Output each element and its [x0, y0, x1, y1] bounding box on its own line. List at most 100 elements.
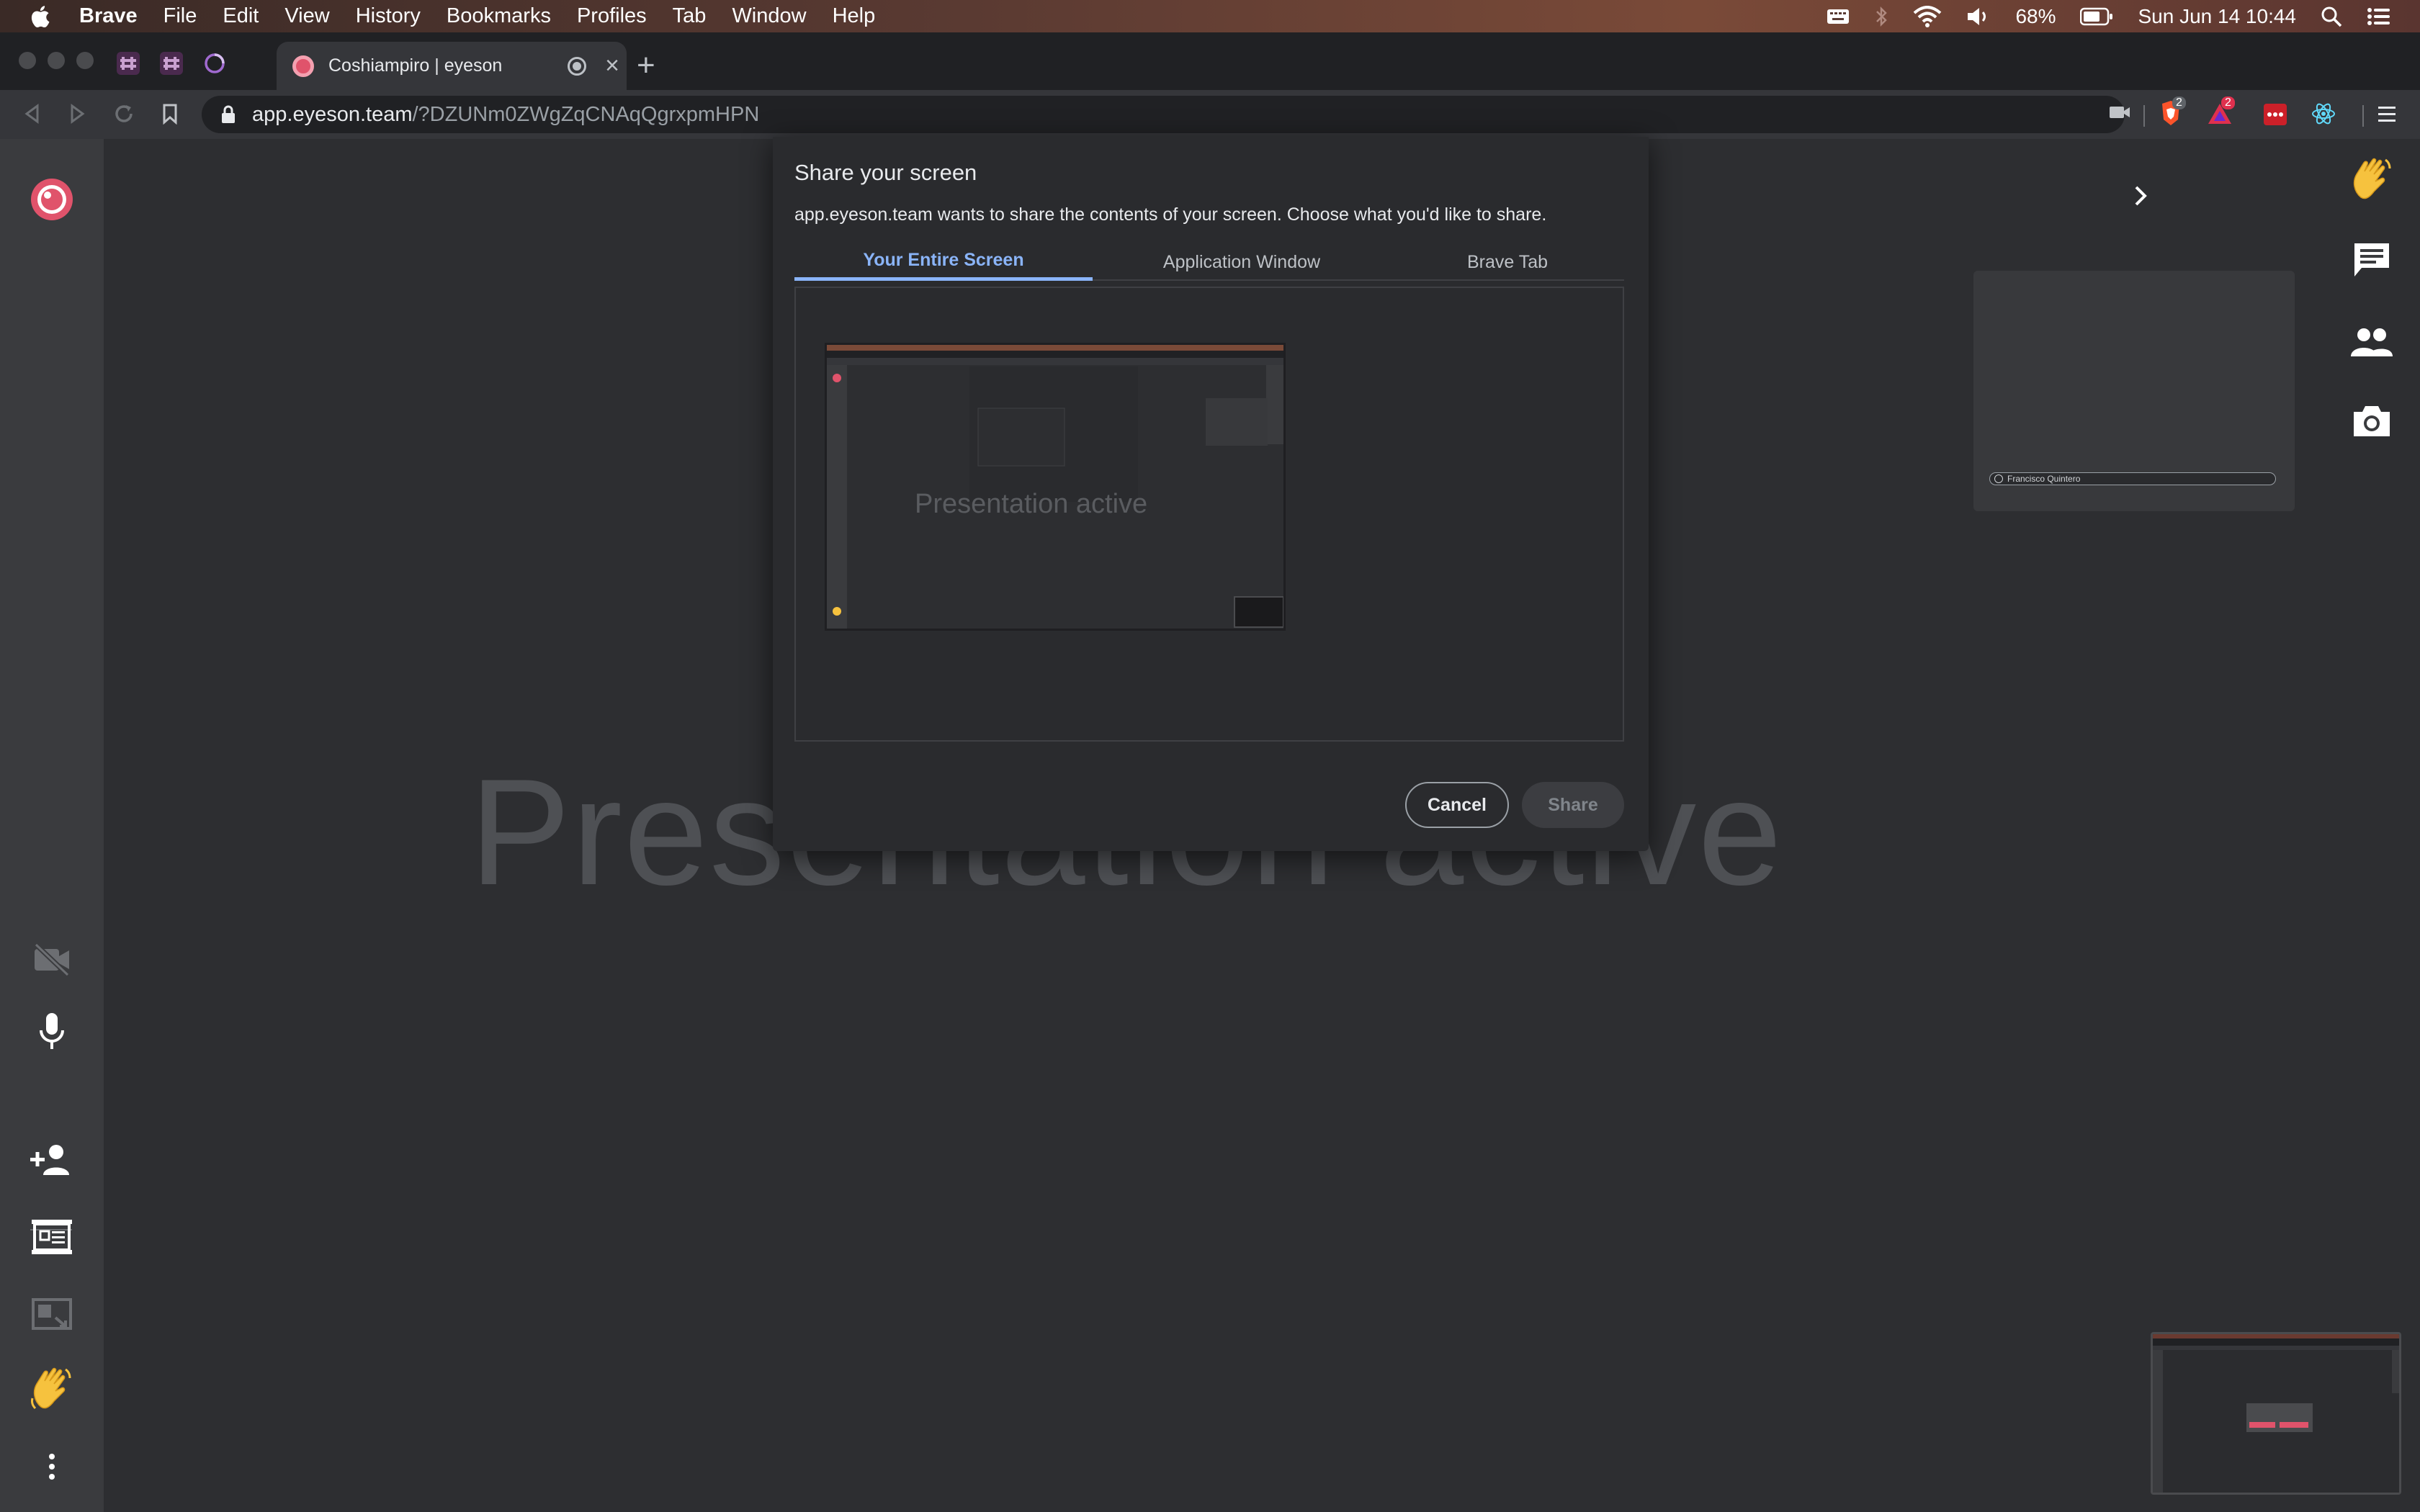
screen-source-list: Presentation active: [794, 287, 1624, 742]
menu-view[interactable]: View: [284, 4, 329, 28]
raise-hand-button[interactable]: [2347, 154, 2397, 204]
menu-history[interactable]: History: [356, 4, 421, 28]
thumbnail-presentation-text: Presentation active: [915, 489, 1148, 519]
wifi-icon[interactable]: [1913, 5, 1942, 27]
control-center-icon[interactable]: [2367, 6, 2391, 27]
bluetooth-icon[interactable]: [1874, 5, 1888, 28]
menu-help[interactable]: Help: [833, 4, 876, 28]
participant-name-bar: Francisco Quintero: [1989, 472, 2276, 485]
screen-share-icon: [32, 1298, 72, 1330]
brave-rewards-button[interactable]: 2: [2205, 96, 2235, 128]
menu-window[interactable]: Window: [732, 4, 806, 28]
dialog-description: app.eyeson.team wants to share the conte…: [794, 204, 1547, 225]
microphone-button[interactable]: [26, 1006, 78, 1058]
window-close-button[interactable]: [19, 52, 36, 69]
tab-title: Coshiampiro | eyeson: [328, 55, 503, 76]
participant-name: Francisco Quintero: [2007, 474, 2081, 484]
back-icon: [24, 104, 39, 124]
presentation-button[interactable]: [26, 1212, 78, 1264]
participants-button[interactable]: [2347, 317, 2397, 367]
add-person-button[interactable]: [26, 1134, 78, 1186]
reload-button[interactable]: [111, 101, 137, 127]
toolbar-divider: [2143, 105, 2145, 127]
tab-brave-tab[interactable]: Brave Tab: [1391, 243, 1624, 281]
eyeson-logo-icon[interactable]: [26, 174, 78, 225]
tab-entire-screen[interactable]: Your Entire Screen: [794, 243, 1093, 281]
chat-button[interactable]: [2347, 235, 2397, 285]
eyeson-favicon-icon: [292, 55, 314, 77]
camera-off-icon: [34, 942, 70, 977]
wave-hand-button[interactable]: [26, 1363, 78, 1415]
battery-percent: 68%: [2015, 4, 2056, 27]
window-zoom-button[interactable]: [76, 52, 94, 69]
window-minimize-button[interactable]: [48, 52, 65, 69]
brave-shields-button[interactable]: 2: [2156, 96, 2186, 128]
screen-thumbnail-image: [827, 345, 1283, 629]
more-options-button[interactable]: [26, 1441, 78, 1493]
share-button[interactable]: Share: [1522, 782, 1624, 828]
pinned-tab-loading-icon[interactable]: [203, 52, 226, 75]
apple-icon[interactable]: [29, 4, 50, 29]
keyboard-icon[interactable]: [1827, 7, 1850, 26]
status-area: 68% Sun Jun 14 10:44: [1827, 0, 2391, 32]
extension-lastpass-icon[interactable]: [2263, 103, 2287, 126]
brave-shields-badge: 2: [2172, 96, 2186, 109]
entire-screen-thumbnail[interactable]: Presentation active: [825, 343, 1286, 631]
tab-close-icon[interactable]: ×: [605, 52, 619, 80]
dialog-title: Share your screen: [794, 160, 977, 185]
camera-off-button[interactable]: [26, 934, 78, 986]
volume-icon[interactable]: [1966, 6, 1991, 27]
tab-eyeson[interactable]: Coshiampiro | eyeson ×: [277, 42, 627, 90]
lock-icon[interactable]: [220, 104, 236, 125]
brave-rewards-badge: 2: [2221, 96, 2235, 109]
back-button[interactable]: [19, 101, 45, 127]
menu-clock[interactable]: Sun Jun 14 10:44: [2138, 5, 2296, 28]
screen: Brave File Edit View History Bookmarks P…: [0, 0, 2420, 1512]
chat-icon: [2354, 243, 2389, 276]
share-source-tabs: Your Entire Screen Application Window Br…: [794, 243, 1624, 281]
spotlight-search-icon[interactable]: [2321, 6, 2342, 27]
macos-menu-bar: Brave File Edit View History Bookmarks P…: [0, 0, 2420, 32]
url-path: /?DZUNm0ZWgZqCNAqQgrxpmHPN: [412, 102, 760, 126]
menu-tab[interactable]: Tab: [673, 4, 707, 28]
camera-icon: [2354, 406, 2390, 436]
presentation-icon: [32, 1220, 72, 1254]
wave-hand-icon: [2353, 158, 2391, 199]
menu-profiles[interactable]: Profiles: [577, 4, 647, 28]
microphone-icon: [40, 1013, 64, 1049]
camera-indicator-icon[interactable]: [2109, 104, 2130, 121]
forward-icon: [71, 104, 85, 124]
self-view-preview[interactable]: [2151, 1332, 2401, 1495]
person-icon: [1994, 474, 2003, 483]
address-bar[interactable]: app.eyeson.team/?DZUNm0ZWgZqCNAqQgrxpmHP…: [202, 96, 2125, 133]
bookmark-button[interactable]: [157, 101, 183, 127]
screen-share-button[interactable]: [26, 1290, 78, 1341]
pinned-tab-slack-icon[interactable]: [117, 52, 140, 75]
browser-menu-icon[interactable]: [2377, 104, 2397, 125]
menu-app-name[interactable]: Brave: [79, 4, 138, 28]
recording-indicator-icon: [568, 56, 587, 76]
extension-react-icon[interactable]: [2311, 101, 2336, 127]
toolbar-divider: [2362, 105, 2364, 127]
snapshot-button[interactable]: [2347, 396, 2397, 446]
share-screen-dialog: Share your screen app.eyeson.team wants …: [773, 137, 1649, 851]
self-view-screen-image: [2153, 1334, 2399, 1493]
chevron-right-icon[interactable]: [2126, 181, 2155, 210]
tab-application-window[interactable]: Application Window: [1093, 243, 1391, 281]
menu-file[interactable]: File: [163, 4, 197, 28]
pinned-tab-slack-icon[interactable]: [160, 52, 183, 75]
participant-tile[interactable]: Francisco Quintero: [1973, 271, 2295, 511]
url-host: app.eyeson.team: [252, 102, 413, 126]
people-icon: [2351, 328, 2393, 356]
more-vert-icon: [49, 1454, 55, 1480]
reload-icon: [115, 105, 133, 122]
add-person-icon: [30, 1145, 69, 1175]
battery-icon[interactable]: [2080, 7, 2113, 26]
cancel-button[interactable]: Cancel: [1405, 782, 1509, 828]
wave-hand-icon: [31, 1367, 71, 1410]
bookmark-icon: [163, 104, 177, 125]
menu-edit[interactable]: Edit: [223, 4, 259, 28]
new-tab-button[interactable]: +: [637, 48, 655, 84]
menu-bookmarks[interactable]: Bookmarks: [447, 4, 551, 28]
forward-button[interactable]: [65, 101, 91, 127]
